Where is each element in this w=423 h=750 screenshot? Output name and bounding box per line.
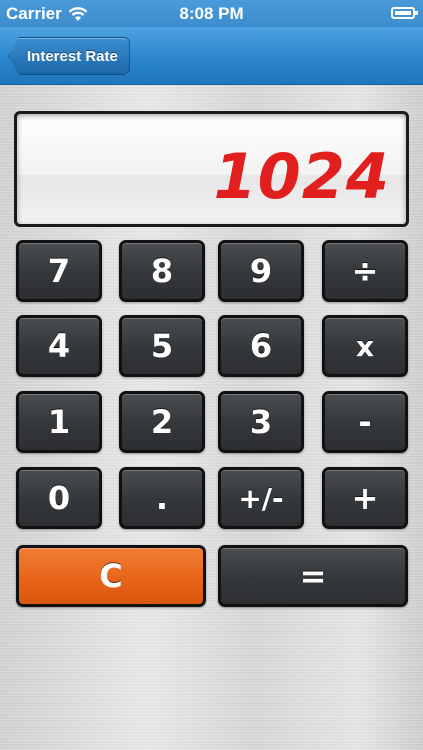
back-button[interactable]: Interest Rate [8, 37, 130, 75]
navigation-bar: Interest Rate [0, 27, 423, 85]
plus-button[interactable]: + [322, 467, 408, 529]
battery-icon [391, 7, 418, 19]
key-4[interactable]: 4 [16, 315, 102, 377]
multiply-button[interactable]: x [322, 315, 408, 377]
status-bar: Carrier 8:08 PM [0, 0, 423, 27]
key-3[interactable]: 3 [218, 391, 304, 453]
key-1[interactable]: 1 [16, 391, 102, 453]
key-8[interactable]: 8 [119, 240, 205, 302]
calculator-display: 1024 [14, 111, 409, 227]
equals-button[interactable]: = [218, 545, 408, 607]
minus-button[interactable]: - [322, 391, 408, 453]
status-time: 8:08 PM [179, 4, 244, 23]
sign-toggle-button[interactable]: +/- [218, 467, 304, 529]
key-7[interactable]: 7 [16, 240, 102, 302]
divide-button[interactable]: ÷ [322, 240, 408, 302]
key-5[interactable]: 5 [119, 315, 205, 377]
decimal-button[interactable]: . [119, 467, 205, 529]
display-value: 1024 [213, 140, 390, 213]
key-9[interactable]: 9 [218, 240, 304, 302]
key-6[interactable]: 6 [218, 315, 304, 377]
clear-button[interactable]: C [16, 545, 206, 607]
key-0[interactable]: 0 [16, 467, 102, 529]
key-2[interactable]: 2 [119, 391, 205, 453]
